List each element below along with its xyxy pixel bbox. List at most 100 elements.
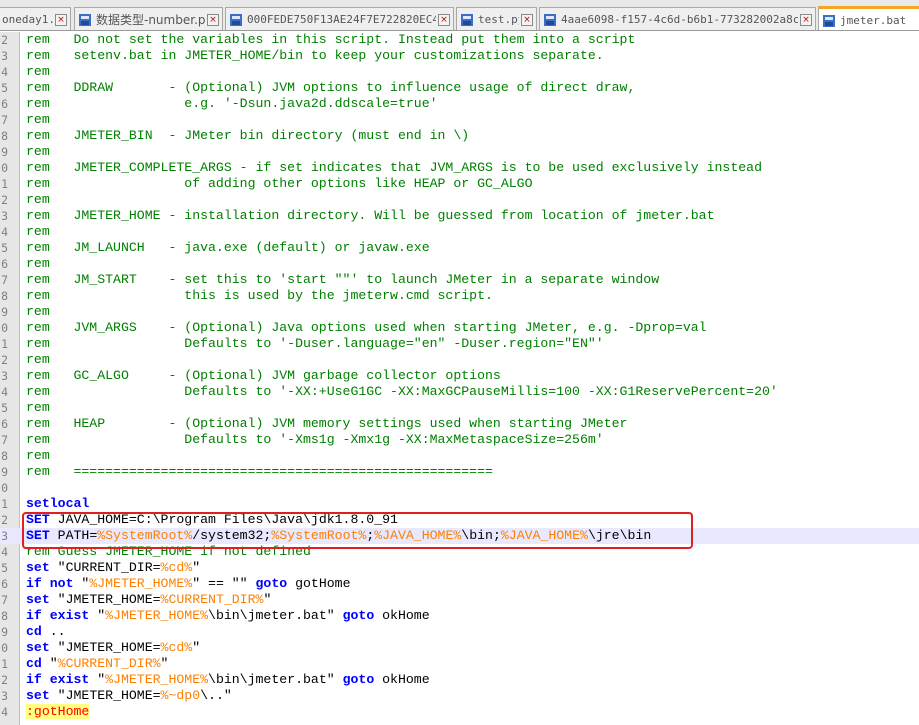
line-number: 3	[1, 689, 8, 703]
code-line[interactable]: 0 rem JVM_ARGS - (Optional) Java options …	[0, 320, 919, 336]
code-line[interactable]: 2 SET JAVA_HOME=C:\Program Files\Java\jdk…	[0, 512, 919, 528]
code-line[interactable]: 9 rem ===================================…	[0, 464, 919, 480]
code-line[interactable]: 8 if exist "%JMETER_HOME%\bin\jmeter.bat"…	[0, 608, 919, 624]
line-number: 6	[1, 577, 8, 591]
tab-number-py[interactable]: 数据类型-number.py ×	[74, 7, 223, 30]
code-editor[interactable]: 2 rem Do not set the variables in this sc…	[0, 32, 919, 725]
code-line[interactable]: 0 set "JMETER_HOME=%cd%"	[0, 640, 919, 656]
line-number: 7	[1, 113, 8, 127]
code-line[interactable]: 0	[0, 480, 919, 496]
line-number: 2	[1, 513, 8, 527]
line-text: if not "%JMETER_HOME%" == "" goto gotHom…	[26, 576, 351, 591]
code-line[interactable]: 3 rem GC_ALGO - (Optional) JVM garbage co…	[0, 368, 919, 384]
tab-close-icon[interactable]: ×	[438, 13, 450, 26]
tab-close-icon[interactable]: ×	[800, 13, 812, 26]
line-text: SET JAVA_HOME=C:\Program Files\Java\jdk1…	[26, 512, 398, 527]
tab-close-icon[interactable]: ×	[207, 13, 219, 26]
line-text: rem GC_ALGO - (Optional) JVM garbage col…	[26, 368, 501, 383]
line-number: 4	[1, 705, 8, 719]
code-line[interactable]: 8 rem	[0, 448, 919, 464]
code-line[interactable]: 6 rem HEAP - (Optional) JVM memory settin…	[0, 416, 919, 432]
code-line[interactable]: 7 rem Defaults to '-Xms1g -Xmx1g -XX:MaxM…	[0, 432, 919, 448]
batch-file-icon	[823, 14, 835, 27]
code-line[interactable]: 7 set "JMETER_HOME=%CURRENT_DIR%"	[0, 592, 919, 608]
code-line[interactable]: 5 rem DDRAW - (Optional) JVM options to i…	[0, 80, 919, 96]
line-number: 6	[1, 417, 8, 431]
line-text: rem DDRAW - (Optional) JVM options to in…	[26, 80, 636, 95]
tab-000fede750[interactable]: 000FEDE750F13AE24F7E722820EC47BC ×	[225, 7, 454, 30]
code-line[interactable]: 2 rem	[0, 352, 919, 368]
code-line[interactable]: 5 rem JM_LAUNCH - java.exe (default) or j…	[0, 240, 919, 256]
line-number: 4	[1, 65, 8, 79]
code-line[interactable]: 6 rem e.g. '-Dsun.java2d.ddscale=true'	[0, 96, 919, 112]
line-number: 9	[1, 305, 8, 319]
tab-test-py[interactable]: test.py ×	[456, 7, 537, 30]
code-line[interactable]: 2 rem Do not set the variables in this sc…	[0, 32, 919, 48]
code-line[interactable]: 4:gotHome	[0, 704, 919, 720]
code-line[interactable]: 5 rem	[0, 400, 919, 416]
line-number: 2	[1, 353, 8, 367]
line-number: 4	[1, 225, 8, 239]
code-line[interactable]: 3 rem setenv.bat in JMETER_HOME/bin to ke…	[0, 48, 919, 64]
code-line[interactable]: 1 rem Defaults to '-Duser.language="en" -…	[0, 336, 919, 352]
line-text: rem ====================================…	[26, 464, 493, 479]
code-line[interactable]: 9 rem	[0, 304, 919, 320]
code-line[interactable]: 3 set "JMETER_HOME=%~dp0\.."	[0, 688, 919, 704]
line-number: 8	[1, 129, 8, 143]
code-line[interactable]: 8 rem this is used by the jmeterw.cmd scr…	[0, 288, 919, 304]
line-text: rem	[26, 224, 50, 239]
tab-oneday1-py[interactable]: oneday1.py ×	[0, 7, 71, 30]
code-line[interactable]: 8 rem JMETER_BIN - JMeter bin directory (…	[0, 128, 919, 144]
code-line[interactable]: 4 rem Defaults to '-XX:+UseG1GC -XX:MaxGC…	[0, 384, 919, 400]
line-text: rem Defaults to '-Xms1g -Xmx1g -XX:MaxMe…	[26, 432, 604, 447]
line-number: 2	[1, 673, 8, 687]
code-line[interactable]: 4 rem	[0, 64, 919, 80]
code-line[interactable]: 3 rem JMETER_HOME - installation director…	[0, 208, 919, 224]
code-line[interactable]: 7 rem	[0, 112, 919, 128]
code-line[interactable]: 9 rem	[0, 144, 919, 160]
code-line[interactable]: 0 rem JMETER_COMPLETE_ARGS - if set indic…	[0, 160, 919, 176]
code-line[interactable]: 4 rem Guess JMETER_HOME if not defined	[0, 544, 919, 560]
line-number: 1	[1, 177, 8, 191]
python-file-icon	[79, 13, 91, 26]
line-text: rem JMETER_HOME - installation directory…	[26, 208, 715, 223]
line-number: 1	[1, 497, 8, 511]
tab-jmeter-bat[interactable]: jmeter.bat	[818, 6, 919, 30]
tab-4aae6098-txt[interactable]: 4aae6098-f157-4c6d-b6b1-773282002a8c.txt…	[539, 7, 816, 30]
tab-close-icon[interactable]: ×	[521, 13, 533, 26]
code-line[interactable]: 9 cd ..	[0, 624, 919, 640]
python-file-icon	[461, 13, 473, 26]
line-text: rem	[26, 144, 50, 159]
line-text: rem	[26, 192, 50, 207]
line-number: 2	[1, 33, 8, 47]
line-text: if exist "%JMETER_HOME%\bin\jmeter.bat" …	[26, 672, 430, 687]
code-line[interactable]: 7 rem JM_START - set this to 'start ""' t…	[0, 272, 919, 288]
code-line[interactable]: 2 if exist "%JMETER_HOME%\bin\jmeter.bat"…	[0, 672, 919, 688]
line-text: rem	[26, 256, 50, 271]
code-line[interactable]: 1 rem of adding other options like HEAP o…	[0, 176, 919, 192]
code-line[interactable]: 1 cd "%CURRENT_DIR%"	[0, 656, 919, 672]
line-text: rem Do not set the variables in this scr…	[26, 32, 636, 47]
code-line[interactable]: 3 SET PATH=%SystemRoot%/system32;%SystemR…	[0, 528, 919, 544]
line-number: 6	[1, 97, 8, 111]
tab-label: 000FEDE750F13AE24F7E722820EC47BC	[247, 13, 436, 26]
line-number: 0	[1, 481, 8, 495]
tab-label: test.py	[478, 13, 519, 26]
code-line[interactable]: 5 set "CURRENT_DIR=%cd%"	[0, 560, 919, 576]
line-text: rem setenv.bat in JMETER_HOME/bin to kee…	[26, 48, 604, 63]
line-number: 3	[1, 369, 8, 383]
code-line[interactable]: 6 if not "%JMETER_HOME%" == "" goto gotHo…	[0, 576, 919, 592]
line-number: 1	[1, 337, 8, 351]
line-number: 3	[1, 209, 8, 223]
tab-close-icon[interactable]: ×	[55, 13, 67, 26]
line-number: 8	[1, 449, 8, 463]
line-number: 7	[1, 433, 8, 447]
code-line[interactable]: 4 rem	[0, 224, 919, 240]
line-text: rem JMETER_BIN - JMeter bin directory (m…	[26, 128, 470, 143]
line-number: 5	[1, 81, 8, 95]
code-line[interactable]: 1 setlocal	[0, 496, 919, 512]
code-line[interactable]: 6 rem	[0, 256, 919, 272]
line-number: 6	[1, 257, 8, 271]
code-line[interactable]: 2 rem	[0, 192, 919, 208]
line-text: set "JMETER_HOME=%CURRENT_DIR%"	[26, 592, 272, 607]
